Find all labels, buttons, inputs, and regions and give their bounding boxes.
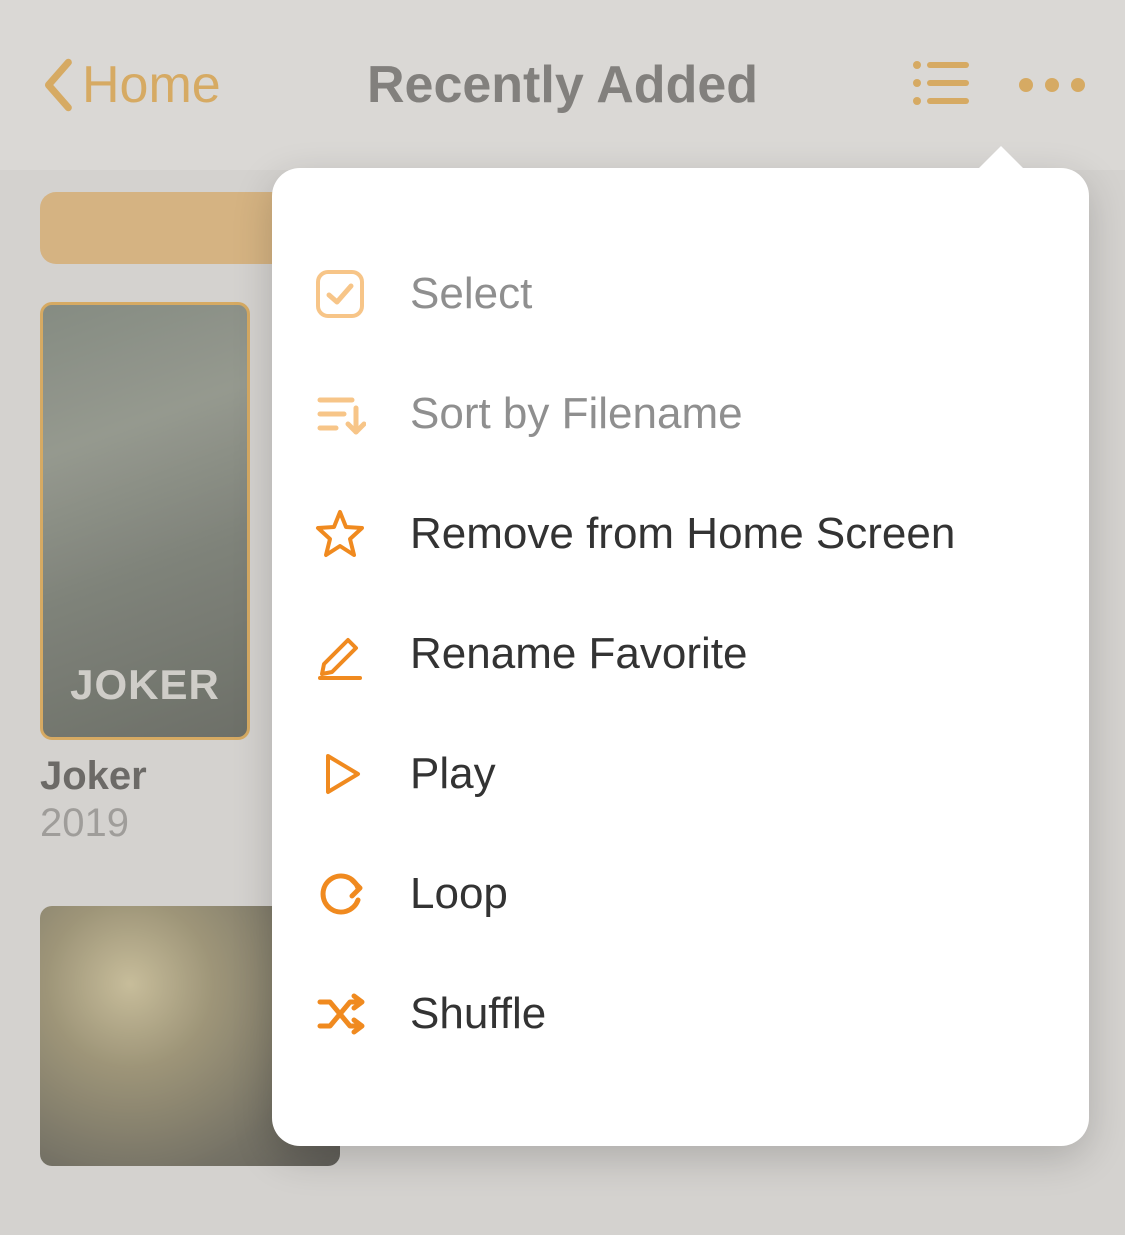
menu-item-label: Loop — [410, 869, 508, 919]
back-button[interactable]: Home — [40, 55, 221, 115]
menu-item-label: Rename Favorite — [410, 629, 747, 679]
page-title: Recently Added — [367, 55, 758, 115]
dot-icon — [1071, 78, 1085, 92]
menu-item-remove-home[interactable]: Remove from Home Screen — [312, 474, 1049, 594]
shuffle-icon — [314, 988, 366, 1040]
menu-item-rename[interactable]: Rename Favorite — [312, 594, 1049, 714]
menu-item-loop[interactable]: Loop — [312, 834, 1049, 954]
context-menu: Select Sort by Filename Remove from Home… — [272, 168, 1089, 1146]
menu-item-label: Sort by Filename — [410, 389, 743, 439]
menu-item-select[interactable]: Select — [312, 234, 1049, 354]
menu-item-label: Shuffle — [410, 989, 546, 1039]
header: Home Recently Added — [0, 0, 1125, 170]
menu-item-shuffle[interactable]: Shuffle — [312, 954, 1049, 1074]
edit-icon — [314, 628, 366, 680]
back-label: Home — [82, 55, 221, 115]
menu-item-label: Remove from Home Screen — [410, 509, 955, 559]
menu-item-sort[interactable]: Sort by Filename — [312, 354, 1049, 474]
chevron-left-icon — [40, 56, 74, 114]
more-button[interactable] — [1019, 78, 1085, 92]
dot-icon — [1045, 78, 1059, 92]
menu-item-label: Play — [410, 749, 496, 799]
sort-icon — [314, 388, 366, 440]
menu-item-play[interactable]: Play — [312, 714, 1049, 834]
poster-thumbnail[interactable] — [40, 302, 250, 740]
loop-icon — [314, 868, 366, 920]
header-actions — [913, 60, 1085, 111]
list-icon — [913, 60, 969, 106]
select-icon — [314, 268, 366, 320]
star-icon — [314, 508, 366, 560]
dot-icon — [1019, 78, 1033, 92]
play-icon — [314, 748, 366, 800]
list-view-button[interactable] — [913, 60, 969, 111]
menu-item-label: Select — [410, 269, 532, 319]
